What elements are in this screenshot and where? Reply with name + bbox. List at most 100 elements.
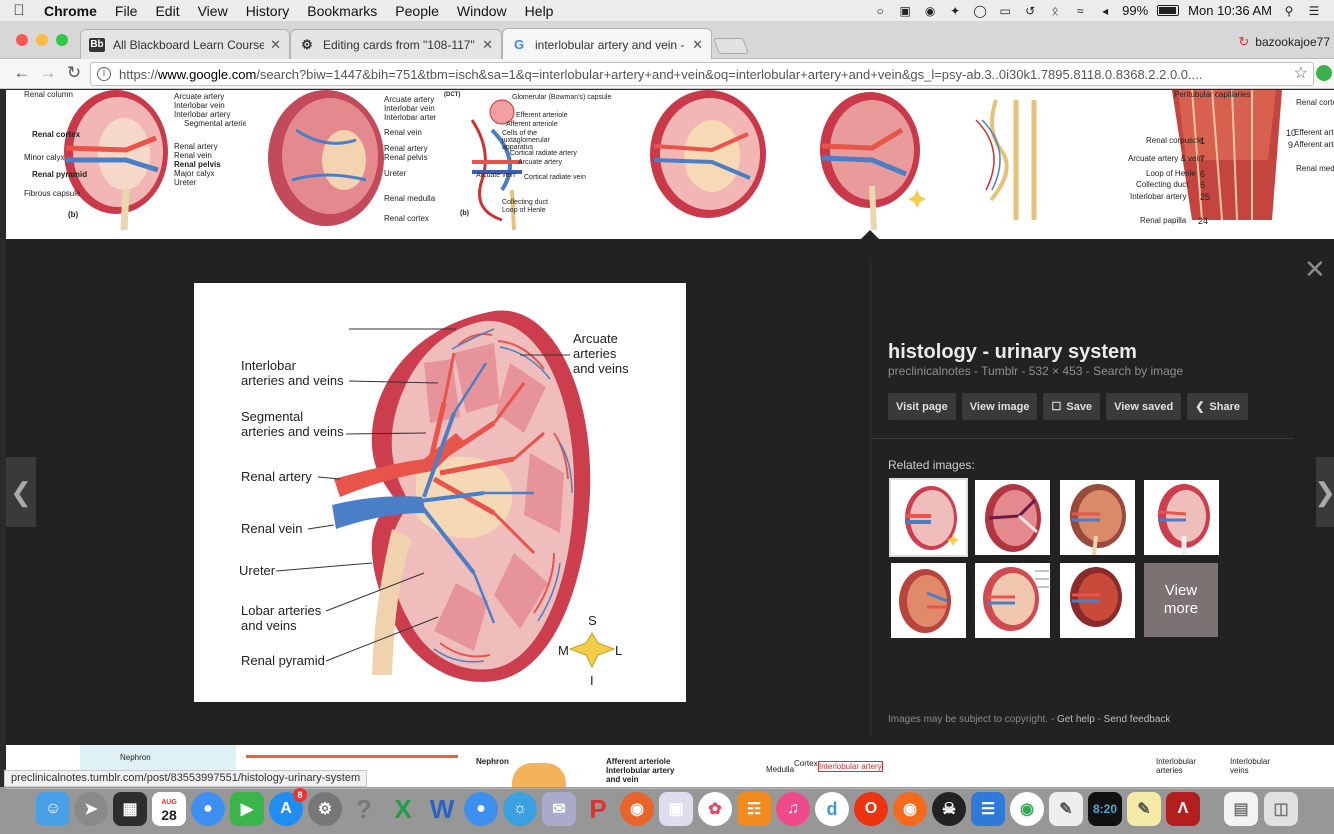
- chrome-icon[interactable]: ◉: [1010, 792, 1044, 826]
- tab-close-icon[interactable]: ✕: [270, 37, 281, 53]
- shield-icon[interactable]: ◯: [972, 4, 988, 18]
- visit-page-button[interactable]: Visit page: [888, 393, 956, 420]
- view-image-button[interactable]: View image: [961, 393, 1038, 420]
- firefox-dev-icon[interactable]: ◉: [893, 792, 927, 826]
- view-saved-button[interactable]: View saved: [1106, 393, 1182, 420]
- camera-icon[interactable]: ◉: [922, 4, 938, 18]
- menu-help[interactable]: Help: [516, 3, 563, 19]
- result-thumbnail[interactable]: [618, 90, 794, 230]
- result-thumbnail[interactable]: Interlobular arteries Interlobular veins: [1152, 745, 1312, 789]
- itunes-icon[interactable]: ♫: [776, 792, 810, 826]
- opera-icon[interactable]: O: [854, 792, 888, 826]
- menu-bookmarks[interactable]: Bookmarks: [298, 3, 386, 19]
- related-image-thumbnail[interactable]: [889, 478, 968, 557]
- app-store-icon[interactable]: A8: [269, 788, 307, 826]
- preview-icon[interactable]: ✉: [542, 792, 576, 826]
- get-help-link[interactable]: Get help: [1057, 714, 1095, 725]
- result-thumbnail[interactable]: Renal column Arcuate artery Interlobar v…: [6, 90, 246, 230]
- list-app-icon[interactable]: ☰: [971, 792, 1005, 826]
- result-thumbnail[interactable]: (DCT) Glomerular (Bowman's) capsule Effe…: [442, 90, 612, 230]
- preview-image[interactable]: Arcuate arteries and veins Interlobar ar…: [194, 283, 686, 702]
- firefox-icon[interactable]: ◉: [620, 792, 654, 826]
- new-tab-button[interactable]: [713, 38, 749, 54]
- view-more-related-button[interactable]: View more: [1144, 563, 1218, 637]
- menu-people[interactable]: People: [386, 3, 448, 19]
- result-thumbnail[interactable]: Arcuate artery Interlobar vein Interloba…: [256, 90, 436, 230]
- address-bar[interactable]: i https://www.google.com/search?biw=1447…: [90, 62, 1314, 86]
- profile-button[interactable]: ↻ bazookajoe77: [1238, 34, 1330, 50]
- tab-close-icon[interactable]: ✕: [692, 37, 703, 53]
- volume-icon[interactable]: ◂: [1097, 4, 1113, 18]
- photos-icon[interactable]: ✿: [698, 792, 732, 826]
- result-thumbnail[interactable]: Medulla Cortex Interlobular artery: [756, 745, 906, 789]
- tab-quizlet[interactable]: ⚙ Editing cards from "108-117" ✕: [290, 29, 502, 59]
- trash-icon[interactable]: ◫: [1264, 792, 1298, 826]
- window-minimize-button[interactable]: [36, 34, 48, 46]
- extension-icon[interactable]: [1316, 65, 1332, 81]
- ibooks-icon[interactable]: ☶: [737, 792, 771, 826]
- menu-file[interactable]: File: [106, 3, 147, 19]
- reload-icon[interactable]: ↻: [64, 63, 84, 83]
- save-button[interactable]: ☐ Save: [1043, 393, 1101, 420]
- battery-icon[interactable]: [1157, 5, 1180, 16]
- battery-percent[interactable]: 99%: [1122, 3, 1148, 18]
- menu-view[interactable]: View: [189, 3, 237, 19]
- menu-app-name[interactable]: Chrome: [38, 3, 106, 19]
- result-thumbnail[interactable]: [946, 90, 1076, 230]
- menu-edit[interactable]: Edit: [146, 3, 188, 19]
- excel-icon[interactable]: X: [386, 792, 420, 826]
- launchpad-icon[interactable]: ➤: [74, 792, 108, 826]
- graphic-app-icon[interactable]: ✎: [1049, 792, 1083, 826]
- share-button[interactable]: ❮ Share: [1187, 393, 1248, 420]
- result-thumbnail[interactable]: [936, 745, 1056, 789]
- document-icon[interactable]: ▤: [1224, 792, 1258, 826]
- spotlight-search-icon[interactable]: ⚲: [1281, 4, 1297, 18]
- network-globe-icon[interactable]: ☼: [503, 792, 537, 826]
- tab-close-icon[interactable]: ✕: [482, 37, 493, 53]
- close-preview-icon[interactable]: ✕: [1304, 256, 1326, 282]
- help-question-icon[interactable]: ?: [347, 792, 381, 826]
- window-zoom-button[interactable]: [56, 34, 68, 46]
- bookmark-star-icon[interactable]: ☆: [1294, 63, 1308, 83]
- related-image-thumbnail[interactable]: [975, 480, 1050, 555]
- menu-history[interactable]: History: [237, 3, 299, 19]
- notification-center-icon[interactable]: ☰: [1306, 4, 1322, 18]
- image-title[interactable]: histology - urinary system: [888, 341, 1137, 364]
- related-image-thumbnail[interactable]: [1060, 563, 1135, 638]
- related-image-thumbnail[interactable]: [891, 563, 966, 638]
- textedit-icon[interactable]: ✎: [1127, 792, 1161, 826]
- related-image-thumbnail[interactable]: [1060, 480, 1135, 555]
- window-close-button[interactable]: [16, 34, 28, 46]
- skull-app-icon[interactable]: ☠: [932, 792, 966, 826]
- wifi-icon[interactable]: ≈: [1072, 4, 1088, 18]
- site-info-icon[interactable]: i: [97, 67, 111, 81]
- mission-control-icon[interactable]: ▦: [113, 792, 147, 826]
- image-source-meta[interactable]: preclinicalnotes - Tumblr - 532 × 453 - …: [888, 364, 1183, 378]
- apple-icon[interactable]: : [0, 2, 38, 19]
- send-feedback-link[interactable]: Send feedback: [1104, 714, 1171, 725]
- result-thumbnail[interactable]: [802, 90, 938, 230]
- finder-icon[interactable]: ☺: [36, 792, 70, 826]
- bluetooth-icon[interactable]: ᛟ: [1047, 4, 1063, 18]
- facetime-icon[interactable]: ▶: [230, 792, 264, 826]
- image-capture-icon[interactable]: ▣: [659, 792, 693, 826]
- status-app-icon[interactable]: ▣: [897, 4, 913, 18]
- clock-app-icon[interactable]: 8:20: [1088, 792, 1122, 826]
- result-thumbnail[interactable]: Peritubular capillaries Renal cortex Ren…: [1082, 90, 1334, 230]
- status-circle-icon[interactable]: ○: [872, 4, 888, 18]
- messages-icon[interactable]: ●: [191, 792, 225, 826]
- back-arrow-icon[interactable]: ←: [12, 63, 32, 83]
- word-icon[interactable]: W: [425, 792, 459, 826]
- forward-arrow-icon[interactable]: →: [38, 63, 58, 83]
- related-image-thumbnail[interactable]: [1144, 480, 1219, 555]
- tab-google-images[interactable]: G interlobular artery and vein - G ✕: [502, 28, 712, 60]
- menu-window[interactable]: Window: [448, 3, 516, 19]
- tab-blackboard[interactable]: Bb All Blackboard Learn Courses ✕: [80, 29, 290, 59]
- related-image-thumbnail[interactable]: [975, 563, 1050, 638]
- airplay-icon[interactable]: ▭: [997, 4, 1013, 18]
- lync-icon[interactable]: ●: [464, 792, 498, 826]
- dictionary-icon[interactable]: d: [815, 792, 849, 826]
- calendar-icon[interactable]: AUG 28: [152, 792, 186, 826]
- acrobat-icon[interactable]: Λ: [1166, 792, 1200, 826]
- time-machine-icon[interactable]: ↺: [1022, 4, 1038, 18]
